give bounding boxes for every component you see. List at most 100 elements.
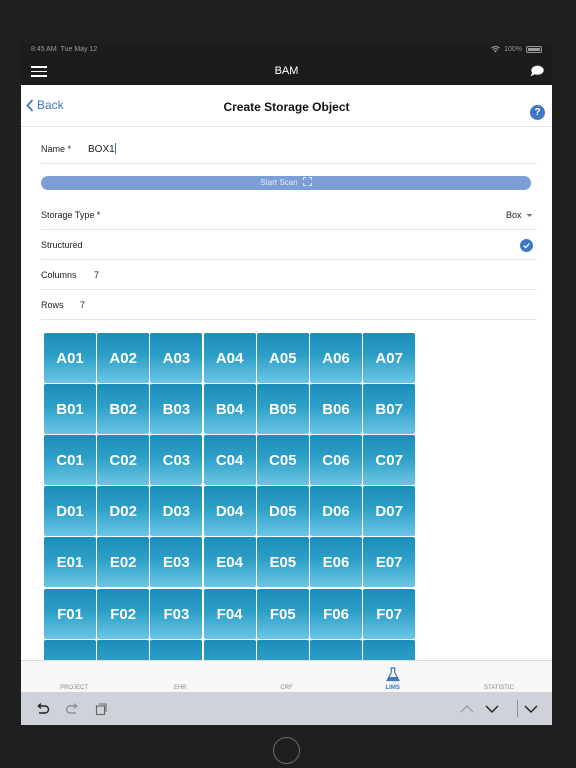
grid-cell[interactable]: C04 (203, 435, 256, 486)
scan-frame-icon (302, 177, 312, 186)
grid-cell[interactable]: E01 (44, 537, 96, 588)
grid-cell[interactable]: A01 (44, 333, 96, 383)
app-title: BAM (274, 65, 299, 77)
structured-row[interactable]: Structured (41, 230, 537, 260)
name-label: Name * (41, 144, 72, 154)
grid-cell[interactable]: C01 (44, 435, 96, 486)
grid-cell[interactable]: F02 (97, 588, 150, 639)
grid-cell[interactable]: D02 (97, 486, 150, 537)
grid-cell[interactable]: A03 (150, 333, 203, 383)
tab-label: PROJECT (60, 685, 89, 691)
chat-bubble-icon[interactable] (530, 65, 544, 77)
tab-label: EHR (173, 685, 187, 691)
tab-label: STATISTIC (484, 685, 514, 691)
status-bar: 8:45 AM Tue May 12 100% (21, 43, 552, 57)
redo-icon[interactable] (64, 701, 80, 717)
grid-cell[interactable]: E07 (363, 537, 416, 588)
tab-project[interactable]: PROJECT (21, 661, 127, 693)
bottom-tab-bar: PROJECT EHR CRF LIMS STATISTIC (21, 660, 552, 692)
storage-type-row[interactable]: Storage Type * Box (41, 200, 537, 230)
grid-cell[interactable]: C03 (150, 435, 203, 486)
grid-cell[interactable]: B03 (150, 384, 203, 435)
tab-statistic[interactable]: STATISTIC (446, 661, 552, 693)
chevron-down-icon[interactable] (484, 701, 500, 717)
name-input-value: BOX1 (88, 144, 115, 155)
home-button[interactable] (273, 737, 300, 764)
columns-label: Columns (41, 270, 77, 280)
grid-cell[interactable]: F04 (203, 588, 256, 639)
tab-ehr[interactable]: EHR (127, 661, 233, 693)
caret-down-icon (526, 214, 533, 217)
battery-percent: 100% (504, 46, 522, 53)
grid-cell[interactable]: A02 (97, 333, 150, 383)
keyboard-toolbar (21, 692, 552, 725)
grid-cell[interactable]: C07 (363, 435, 416, 486)
grid-cell[interactable]: B02 (97, 384, 150, 435)
paste-icon[interactable] (93, 701, 109, 717)
status-time: 8:45 AM Tue May 12 (31, 46, 97, 53)
chevron-up-icon[interactable] (459, 701, 475, 717)
grid-cell[interactable]: E03 (150, 537, 203, 588)
page-header: Back Create Storage Object ? (21, 85, 552, 127)
grid-cell[interactable]: A04 (203, 333, 256, 383)
name-row: Name * BOX1 (41, 129, 537, 164)
grid-cell[interactable]: C05 (256, 435, 309, 486)
tab-label: CRF (280, 685, 293, 691)
grid-cell[interactable]: B06 (310, 384, 362, 435)
grid-cell[interactable]: B01 (44, 384, 96, 435)
start-scan-button[interactable]: Start Scan (41, 176, 531, 190)
grid-cell[interactable]: A06 (310, 333, 362, 383)
grid-cell[interactable]: F07 (363, 588, 416, 639)
grid-cell[interactable]: D04 (203, 486, 256, 537)
grid-cell[interactable]: E02 (97, 537, 150, 588)
grid-cell[interactable]: D01 (44, 486, 96, 537)
structured-label: Structured (41, 240, 83, 250)
text-cursor (114, 143, 116, 154)
grid-cell[interactable]: F01 (44, 588, 96, 639)
grid-cell[interactable]: E04 (203, 537, 256, 588)
rows-label: Rows (41, 300, 64, 310)
columns-row: Columns 7 (41, 260, 537, 290)
columns-input[interactable]: 7 (94, 270, 99, 280)
grid-cell[interactable]: D05 (256, 486, 309, 537)
grid-cell[interactable]: D07 (363, 486, 416, 537)
structured-checkbox[interactable] (520, 239, 533, 252)
storage-type-label: Storage Type * (41, 210, 101, 220)
start-scan-label: Start Scan (260, 178, 298, 187)
grid-cell[interactable]: C02 (97, 435, 150, 486)
rows-input[interactable]: 7 (80, 300, 85, 310)
grid-cell[interactable]: D06 (310, 486, 362, 537)
undo-icon[interactable] (35, 701, 51, 717)
grid-cell[interactable]: A05 (256, 333, 309, 383)
tab-lims[interactable]: LIMS (340, 661, 446, 693)
tab-crf[interactable]: CRF (233, 661, 339, 693)
toolbar-divider (517, 700, 518, 717)
grid-cell[interactable]: B05 (256, 384, 309, 435)
grid-cell[interactable]: F05 (256, 588, 309, 639)
app-screen: 8:45 AM Tue May 12 100% BAM Back Create … (21, 43, 552, 725)
grid-cell[interactable]: B07 (363, 384, 416, 435)
page-title: Create Storage Object (223, 100, 350, 114)
storage-type-select[interactable]: Box (506, 210, 533, 220)
status-time-text: 8:45 AM (31, 46, 57, 53)
grid-cell[interactable]: E06 (310, 537, 362, 588)
wifi-icon (491, 46, 500, 53)
rows-row: Rows 7 (41, 290, 537, 320)
storage-type-value: Box (505, 210, 522, 220)
dismiss-keyboard-icon[interactable] (523, 701, 539, 717)
tab-label: LIMS (385, 685, 400, 691)
grid-cell[interactable]: A07 (363, 333, 416, 383)
grid-cell[interactable]: E05 (256, 537, 309, 588)
name-input[interactable]: BOX1 (88, 143, 116, 155)
check-icon (523, 243, 530, 249)
grid-cell[interactable]: C06 (310, 435, 362, 486)
grid-cell[interactable]: F06 (310, 588, 362, 639)
grid-cell[interactable]: B04 (203, 384, 256, 435)
battery-icon (526, 46, 542, 53)
help-icon[interactable]: ? (530, 105, 545, 120)
grid-cell[interactable]: D03 (150, 486, 203, 537)
status-right: 100% (491, 46, 542, 53)
status-date: Tue May 12 (60, 46, 98, 53)
flask-icon (385, 667, 400, 682)
grid-cell[interactable]: F03 (150, 588, 203, 639)
